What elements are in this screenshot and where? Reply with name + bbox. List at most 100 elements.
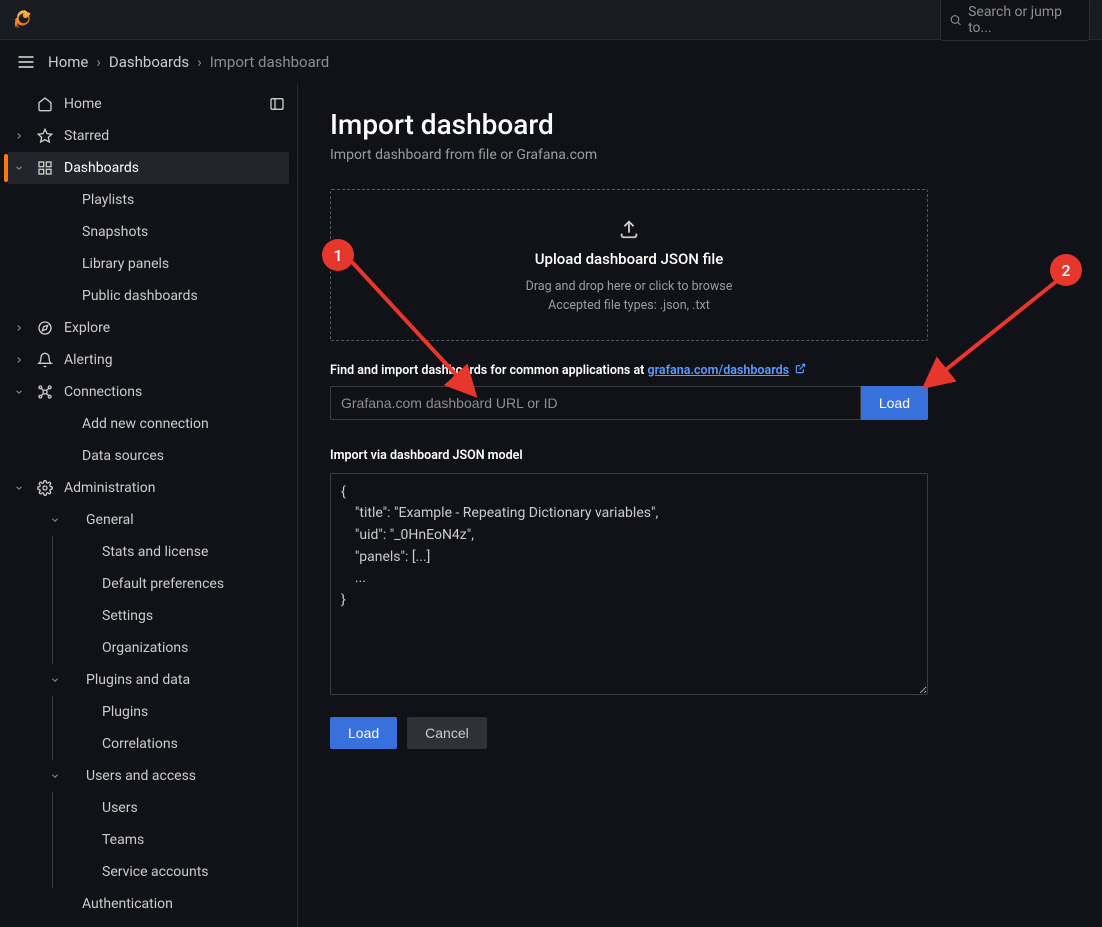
load-button[interactable]: Load [330,717,397,749]
sidebar-item-preferences[interactable]: Default preferences [4,568,293,600]
json-model-textarea[interactable] [330,473,928,695]
breadcrumb-current: Import dashboard [210,53,329,71]
sidebar-item-authentication[interactable]: Authentication [4,888,293,920]
compass-icon [36,320,54,336]
sidebar-item-label: Snapshots [82,224,148,240]
main-content: Import dashboard Import dashboard from f… [298,84,1102,927]
load-url-button[interactable]: Load [861,386,928,420]
sidebar-item-alerting[interactable]: Alerting [8,344,289,376]
chevron-down-icon [12,163,26,173]
sidebar-item-label: Explore [64,320,110,336]
sidebar-item-dashboards[interactable]: Dashboards [8,152,289,184]
plug-icon [36,384,54,400]
sidebar-item-service-accounts[interactable]: Service accounts [4,856,293,888]
sidebar-item-label: Settings [102,608,153,624]
sidebar-item-label: Users and access [72,768,196,784]
sidebar-item-stats[interactable]: Stats and license [4,536,293,568]
chevron-right-icon: › [197,53,202,71]
sidebar-item-public-dashboards[interactable]: Public dashboards [4,280,293,312]
upload-subtext: Drag and drop here or click to browse Ac… [351,278,907,316]
sidebar-item-home[interactable]: Home [8,88,261,120]
sidebar-item-label: Starred [64,128,109,144]
sidebar-item-playlists[interactable]: Playlists [4,184,293,216]
sidebar-item-correlations[interactable]: Correlations [4,728,293,760]
cancel-button[interactable]: Cancel [407,717,487,749]
sidebar-item-administration[interactable]: Administration [8,472,289,504]
chevron-right-icon [12,131,26,141]
sidebar-group-general[interactable]: General [4,504,293,536]
sidebar-item-label: Authentication [82,896,173,912]
sidebar-item-add-connection[interactable]: Add new connection [4,408,293,440]
global-search[interactable]: Search or jump to... [940,0,1090,41]
sidebar-item-label: Correlations [102,736,178,752]
sidebar-item-teams[interactable]: Teams [4,824,293,856]
sidebar-item-label: Plugins and data [72,672,190,688]
top-bar: Search or jump to... [0,0,1102,40]
sidebar-item-users[interactable]: Users [4,792,293,824]
page-subtitle: Import dashboard from file or Grafana.co… [330,147,1070,163]
sidebar-item-explore[interactable]: Explore [8,312,289,344]
sidebar-group-plugins[interactable]: Plugins and data [4,664,293,696]
json-section-label: Import via dashboard JSON model [330,448,1070,463]
sidebar-item-label: Public dashboards [82,288,198,304]
chevron-down-icon [48,515,62,525]
sidebar-item-label: Dashboards [64,160,139,176]
sidebar-item-connections[interactable]: Connections [8,376,289,408]
external-link-icon [792,364,806,377]
star-icon [36,128,54,144]
sidebar-item-label: Service accounts [102,864,209,880]
sidebar: Home Starred Dashboards Playlists [0,84,298,927]
grafana-dashboards-link[interactable]: grafana.com/dashboards [648,363,790,378]
home-icon [36,96,54,112]
dashboard-url-input[interactable] [330,386,861,420]
breadcrumb-home[interactable]: Home [48,53,88,71]
sidebar-item-label: Connections [64,384,142,400]
sidebar-item-label: Administration [64,480,155,496]
gear-icon [36,480,54,496]
chevron-down-icon [12,387,26,397]
sidebar-item-label: Default preferences [102,576,224,592]
sidebar-item-label: Add new connection [82,416,209,432]
breadcrumb: Home › Dashboards › Import dashboard [48,53,329,71]
sidebar-item-label: Alerting [64,352,113,368]
apps-icon [36,160,54,176]
sidebar-item-label: Home [64,96,102,112]
breadcrumb-dashboards[interactable]: Dashboards [109,53,189,71]
sidebar-item-label: Plugins [102,704,148,720]
menu-toggle-button[interactable] [16,52,36,72]
upload-title: Upload dashboard JSON file [351,250,907,268]
sidebar-item-label: Playlists [82,192,134,208]
sidebar-item-plugins[interactable]: Plugins [4,696,293,728]
bell-icon [36,352,54,368]
upload-icon [618,218,640,240]
sidebar-item-label: Stats and license [102,544,208,560]
annotation-badge-1: 1 [322,239,354,271]
page-title: Import dashboard [330,108,1070,141]
grafana-logo-icon[interactable] [12,8,36,32]
sidebar-item-library-panels[interactable]: Library panels [4,248,293,280]
chevron-right-icon: › [96,53,101,71]
upload-dropzone[interactable]: Upload dashboard JSON file Drag and drop… [330,189,928,341]
breadcrumb-row: Home › Dashboards › Import dashboard [0,40,1102,84]
sidebar-item-label: General [72,512,134,528]
search-placeholder: Search or jump to... [968,4,1081,36]
chevron-right-icon [12,323,26,333]
annotation-badge-2: 2 [1050,254,1082,286]
sidebar-item-starred[interactable]: Starred [8,120,289,152]
sidebar-item-label: Data sources [82,448,164,464]
chevron-down-icon [48,771,62,781]
search-icon [949,13,962,27]
dock-toggle-button[interactable] [265,92,289,116]
sidebar-item-data-sources[interactable]: Data sources [4,440,293,472]
sidebar-item-label: Users [102,800,138,816]
sidebar-item-label: Teams [102,832,144,848]
find-dashboards-label: Find and import dashboards for common ap… [330,363,1070,378]
chevron-down-icon [12,483,26,493]
sidebar-item-organizations[interactable]: Organizations [4,632,293,664]
sidebar-item-label: Organizations [102,640,188,656]
sidebar-group-users[interactable]: Users and access [4,760,293,792]
chevron-right-icon [12,355,26,365]
sidebar-item-label: Library panels [82,256,169,272]
sidebar-item-snapshots[interactable]: Snapshots [4,216,293,248]
sidebar-item-settings[interactable]: Settings [4,600,293,632]
